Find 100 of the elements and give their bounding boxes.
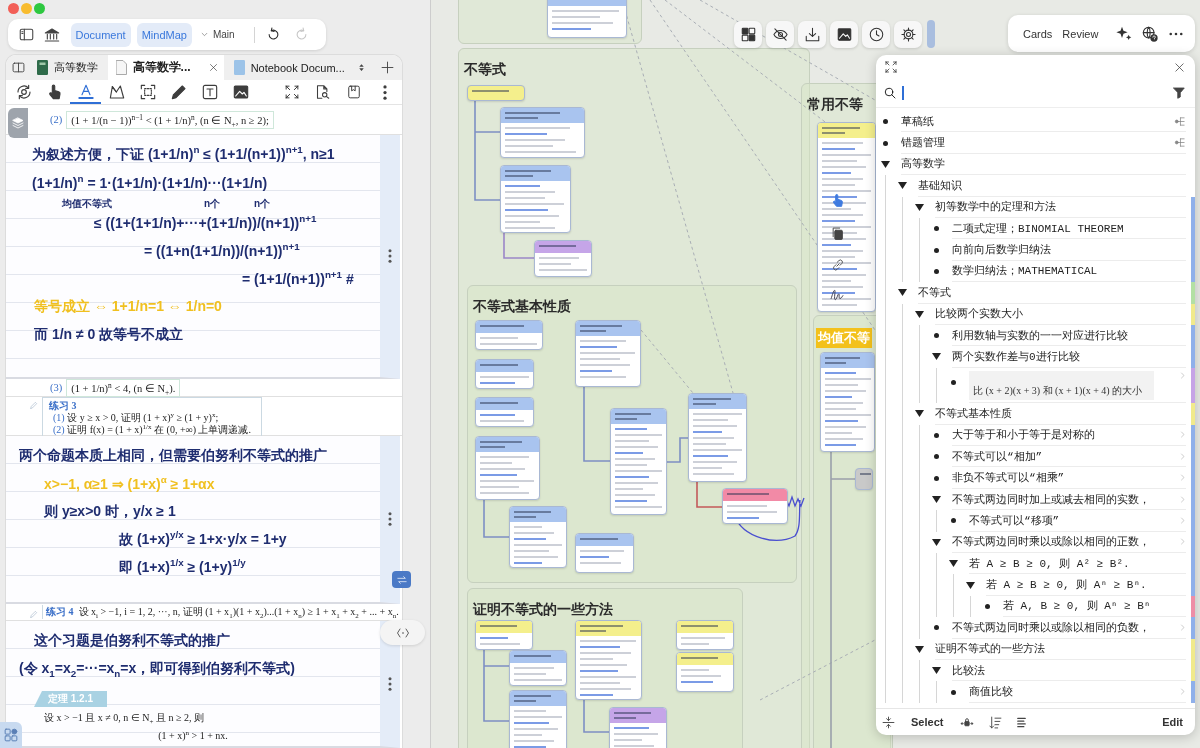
outline-item[interactable]: 向前向后数学归纳法 <box>952 242 1051 258</box>
document-tab[interactable]: 高等数学... <box>107 55 224 80</box>
window-close-icon[interactable] <box>8 3 19 14</box>
close-icon[interactable] <box>208 63 218 72</box>
more-icon[interactable] <box>388 249 392 263</box>
more-icon[interactable] <box>388 512 392 526</box>
mindmap-card[interactable] <box>509 690 567 748</box>
branch-icon[interactable] <box>1174 137 1186 149</box>
outline-item[interactable]: 两个实数作差与0进行比较 <box>952 349 1080 364</box>
outline-item[interactable]: 商值比较 <box>969 684 1013 700</box>
outline-item[interactable]: 大于等于和小于等于是对称的 <box>952 427 1095 443</box>
outline-item[interactable]: 二项式定理；BINOMIAL THEOREM <box>952 220 1124 236</box>
outline-item[interactable]: 错题管理 <box>901 135 945 151</box>
branch-icon[interactable] <box>1174 115 1186 127</box>
mindmap-card[interactable] <box>475 320 543 350</box>
outline-item[interactable]: 不等式 <box>918 284 951 300</box>
mindmap-card[interactable] <box>500 107 585 158</box>
mindmap-card[interactable] <box>575 533 634 573</box>
hide-button[interactable] <box>766 20 794 48</box>
outline-item[interactable]: 非负不等式可以“相乘” <box>952 470 1065 486</box>
collapse-button[interactable] <box>882 715 895 729</box>
drag-handle[interactable] <box>927 20 935 48</box>
collapse-triangle-icon[interactable] <box>948 560 958 568</box>
outline-item[interactable]: 初等数学中的定理和方法 <box>935 199 1056 215</box>
image-button[interactable] <box>830 20 858 48</box>
collapse-triangle-icon[interactable] <box>914 645 924 653</box>
apps-button[interactable] <box>0 722 22 748</box>
outline-item[interactable]: 不等式两边同时乘以或除以相同的正数， <box>952 534 1150 550</box>
settings-button[interactable] <box>894 20 922 48</box>
mindmap-card[interactable] <box>820 352 875 452</box>
mindmap-card[interactable] <box>475 436 540 500</box>
filter-button[interactable] <box>1173 87 1185 99</box>
outline-item[interactable]: 比较法 <box>952 662 985 678</box>
mindmap-card[interactable] <box>509 506 567 568</box>
collapse-triangle-icon[interactable] <box>897 289 907 297</box>
mindmap-card[interactable] <box>575 620 642 700</box>
branch-dropdown[interactable]: Main <box>197 29 237 40</box>
layout-button[interactable] <box>734 20 762 48</box>
outline-item[interactable]: 若 A ≥ B ≥ 0, 则 A² ≥ B². <box>969 555 1130 571</box>
sort-button[interactable] <box>989 715 1003 729</box>
outline-item[interactable]: 利用数轴与实数的一一对应进行比较 <box>952 327 1128 343</box>
collapse-triangle-icon[interactable] <box>931 667 941 675</box>
collapse-triangle-icon[interactable] <box>914 410 924 418</box>
swap-button[interactable] <box>392 571 411 588</box>
format-button[interactable] <box>1016 715 1028 729</box>
mindmap-card[interactable] <box>688 393 747 482</box>
collapse-triangle-icon[interactable] <box>931 538 941 546</box>
outline-item[interactable]: 不等式可以“移项” <box>969 512 1060 528</box>
formula-image[interactable]: 比 (x + 2)(x + 3) 和 (x + 1)(x + 4) 的大小 <box>969 370 1154 400</box>
mindmap-card[interactable] <box>534 240 592 277</box>
outline-item[interactable]: 草稿纸 <box>901 113 934 129</box>
mindmap-card[interactable] <box>610 408 667 515</box>
edit-button[interactable]: Edit <box>1160 716 1185 728</box>
collapse-triangle-icon[interactable] <box>914 203 924 211</box>
collapse-triangle-icon[interactable] <box>880 160 890 168</box>
history-button[interactable] <box>862 20 890 48</box>
expand-button[interactable] <box>885 61 897 73</box>
outline-item[interactable]: 不等式基本性质 <box>935 405 1012 421</box>
select-button[interactable]: Select <box>909 716 946 728</box>
lock-button[interactable] <box>959 715 976 729</box>
outline-item[interactable]: 数学归纳法；MATHEMATICAL <box>952 263 1098 279</box>
outline-item[interactable]: 比较两个实数大小 <box>935 306 1023 322</box>
outline-item[interactable]: 不等式两边同时乘以或除以相同的负数， <box>952 619 1150 635</box>
bullet-icon <box>882 119 888 125</box>
collapse-triangle-icon[interactable] <box>931 496 941 504</box>
document-tab[interactable]: Notebook Docum... <box>225 55 353 80</box>
collapse-triangle-icon[interactable] <box>897 182 907 190</box>
mindmap-card[interactable] <box>475 359 534 389</box>
collapse-triangle-icon[interactable] <box>965 581 975 589</box>
mindmap-card[interactable] <box>467 85 525 101</box>
outline-item[interactable]: 若 A ≥ B ≥ 0, 则 Aⁿ ≥ Bⁿ. <box>986 577 1147 593</box>
collapse-triangle-icon[interactable] <box>914 310 924 318</box>
download-button[interactable] <box>798 20 826 48</box>
mindmap-card[interactable] <box>722 488 788 524</box>
mindmap-card[interactable] <box>500 165 571 233</box>
menu-button[interactable]: Cards <box>1018 21 1058 46</box>
mindmap-card[interactable] <box>547 0 627 38</box>
outline-item[interactable]: 证明不等式的一些方法 <box>935 641 1045 657</box>
mindmap-card[interactable] <box>676 620 734 650</box>
outline-item[interactable]: 不等式两边同时加上或减去相同的实数， <box>952 491 1150 507</box>
close-button[interactable] <box>1174 61 1185 73</box>
mindmap-card[interactable] <box>575 320 641 387</box>
mindmap-card[interactable] <box>609 707 667 748</box>
item-number: (2) <box>50 114 63 125</box>
mindmap-card[interactable] <box>509 650 567 686</box>
mindmap-card[interactable] <box>855 468 873 490</box>
outline-item[interactable]: 高等数学 <box>901 156 945 172</box>
outline-item[interactable]: 若 A, B ≥ 0, 则 Aⁿ ≥ Bⁿ <box>1003 598 1151 614</box>
view-toggle[interactable]: Document <box>70 22 131 47</box>
outline-item[interactable]: 不等式可以“相加” <box>952 448 1043 464</box>
mindmap-card[interactable] <box>475 620 533 650</box>
collapse-triangle-icon[interactable] <box>931 353 941 361</box>
view-toggle[interactable]: MindMap <box>136 22 192 47</box>
document-tab[interactable]: 高等数学 <box>28 55 106 80</box>
mindmap-card[interactable] <box>475 397 534 427</box>
handwritten-text: 为叙述方便，下证 (1+1/n)$^{n}$ ≤ (1+1/(n+1))$^{n+1}$, n≥1 <box>32 146 335 164</box>
menu-button[interactable]: Review <box>1057 21 1104 46</box>
outline-item[interactable]: 基础知识 <box>918 177 962 193</box>
more-icon[interactable] <box>388 676 392 691</box>
mindmap-card[interactable] <box>676 652 734 692</box>
